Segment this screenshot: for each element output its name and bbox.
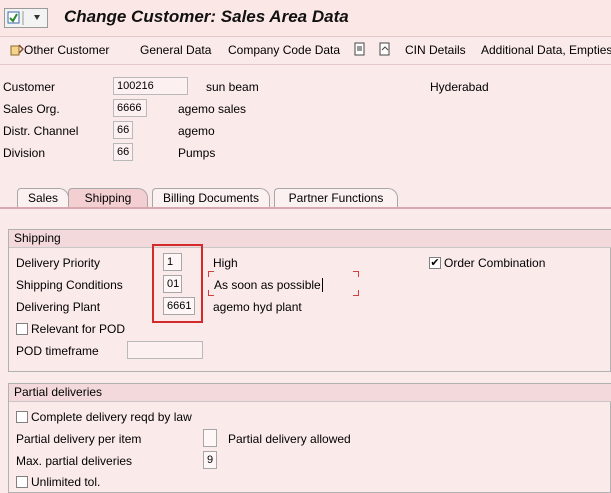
shipping-conditions-desc-text: As soon as possible: [214, 278, 321, 292]
sales-org-desc: agemo sales: [178, 102, 247, 116]
unlimited-tol-checkbox[interactable]: [16, 476, 28, 488]
delivering-plant-label: Delivering Plant: [16, 300, 101, 314]
focus-bracket-top-right: [353, 271, 359, 277]
max-partial-label: Max. partial deliveries: [16, 454, 133, 468]
sales-org-field[interactable]: 6666: [113, 99, 147, 117]
division-desc: Pumps: [178, 146, 216, 160]
customer-field[interactable]: 100216: [113, 77, 188, 95]
customer-label: Customer: [3, 80, 56, 94]
distr-channel-field[interactable]: 66: [113, 121, 133, 139]
distr-channel-desc: agemo: [178, 124, 215, 138]
partial-per-item-field[interactable]: [203, 429, 217, 447]
other-customer-button[interactable]: Other Customer: [10, 43, 109, 57]
focus-bracket-bottom-right: [353, 290, 359, 296]
shipping-conditions-label: Shipping Conditions: [16, 278, 123, 292]
partial-deliveries-title: Partial deliveries: [9, 384, 611, 402]
order-combination-label: Order Combination: [444, 256, 546, 270]
additional-data-button[interactable]: Additional Data, Empties: [481, 43, 611, 57]
general-data-button[interactable]: General Data: [140, 43, 211, 57]
customer-city: Hyderabad: [430, 80, 489, 94]
other-object-icon: [10, 44, 25, 56]
highlight-box: [152, 244, 203, 323]
unlimited-tol-label: Unlimited tol.: [31, 475, 101, 489]
delivery-priority-label: Delivery Priority: [16, 256, 101, 270]
shipping-group-title: Shipping: [9, 230, 611, 248]
max-partial-field[interactable]: 9: [203, 451, 217, 469]
cin-details-button[interactable]: CIN Details: [405, 43, 466, 57]
sales-org-label: Sales Org.: [3, 102, 60, 116]
checkmark-icon: ✔: [430, 257, 440, 269]
order-combination-checkbox[interactable]: ✔: [429, 257, 441, 269]
delivery-priority-desc: High: [213, 256, 238, 270]
text-cursor: [321, 278, 323, 292]
pod-timeframe-field[interactable]: [127, 341, 203, 359]
tab-partner-functions[interactable]: Partner Functions: [274, 188, 398, 208]
focus-bracket-top-left: [208, 271, 214, 277]
company-code-data-button[interactable]: Company Code Data: [228, 43, 340, 57]
partial-per-item-desc: Partial delivery allowed: [228, 432, 351, 446]
division-field[interactable]: 66: [113, 143, 133, 161]
shipping-conditions-desc: As soon as possible: [214, 278, 323, 292]
delivering-plant-desc: agemo hyd plant: [213, 300, 302, 314]
distr-channel-label: Distr. Channel: [3, 124, 79, 138]
complete-delivery-label: Complete delivery reqd by law: [31, 410, 192, 424]
relevant-pod-checkbox[interactable]: [16, 323, 28, 335]
sap-menu-icon: [7, 11, 40, 25]
page-title: Change Customer: Sales Area Data: [64, 7, 349, 26]
tab-shipping[interactable]: Shipping: [68, 188, 148, 208]
pod-timeframe-label: POD timeframe: [16, 344, 99, 358]
system-menu-button[interactable]: [4, 8, 48, 28]
other-customer-label: Other Customer: [24, 43, 110, 57]
complete-delivery-checkbox[interactable]: [16, 411, 28, 423]
customer-name: sun beam: [206, 80, 259, 94]
partial-per-item-label: Partial delivery per item: [16, 432, 142, 446]
division-label: Division: [3, 146, 46, 160]
doc-refresh-icon[interactable]: [378, 42, 392, 60]
relevant-pod-label: Relevant for POD: [31, 322, 126, 336]
tab-billing-documents[interactable]: Billing Documents: [152, 188, 270, 208]
doc-copy-icon[interactable]: [353, 42, 367, 60]
tab-sales[interactable]: Sales: [17, 188, 69, 208]
